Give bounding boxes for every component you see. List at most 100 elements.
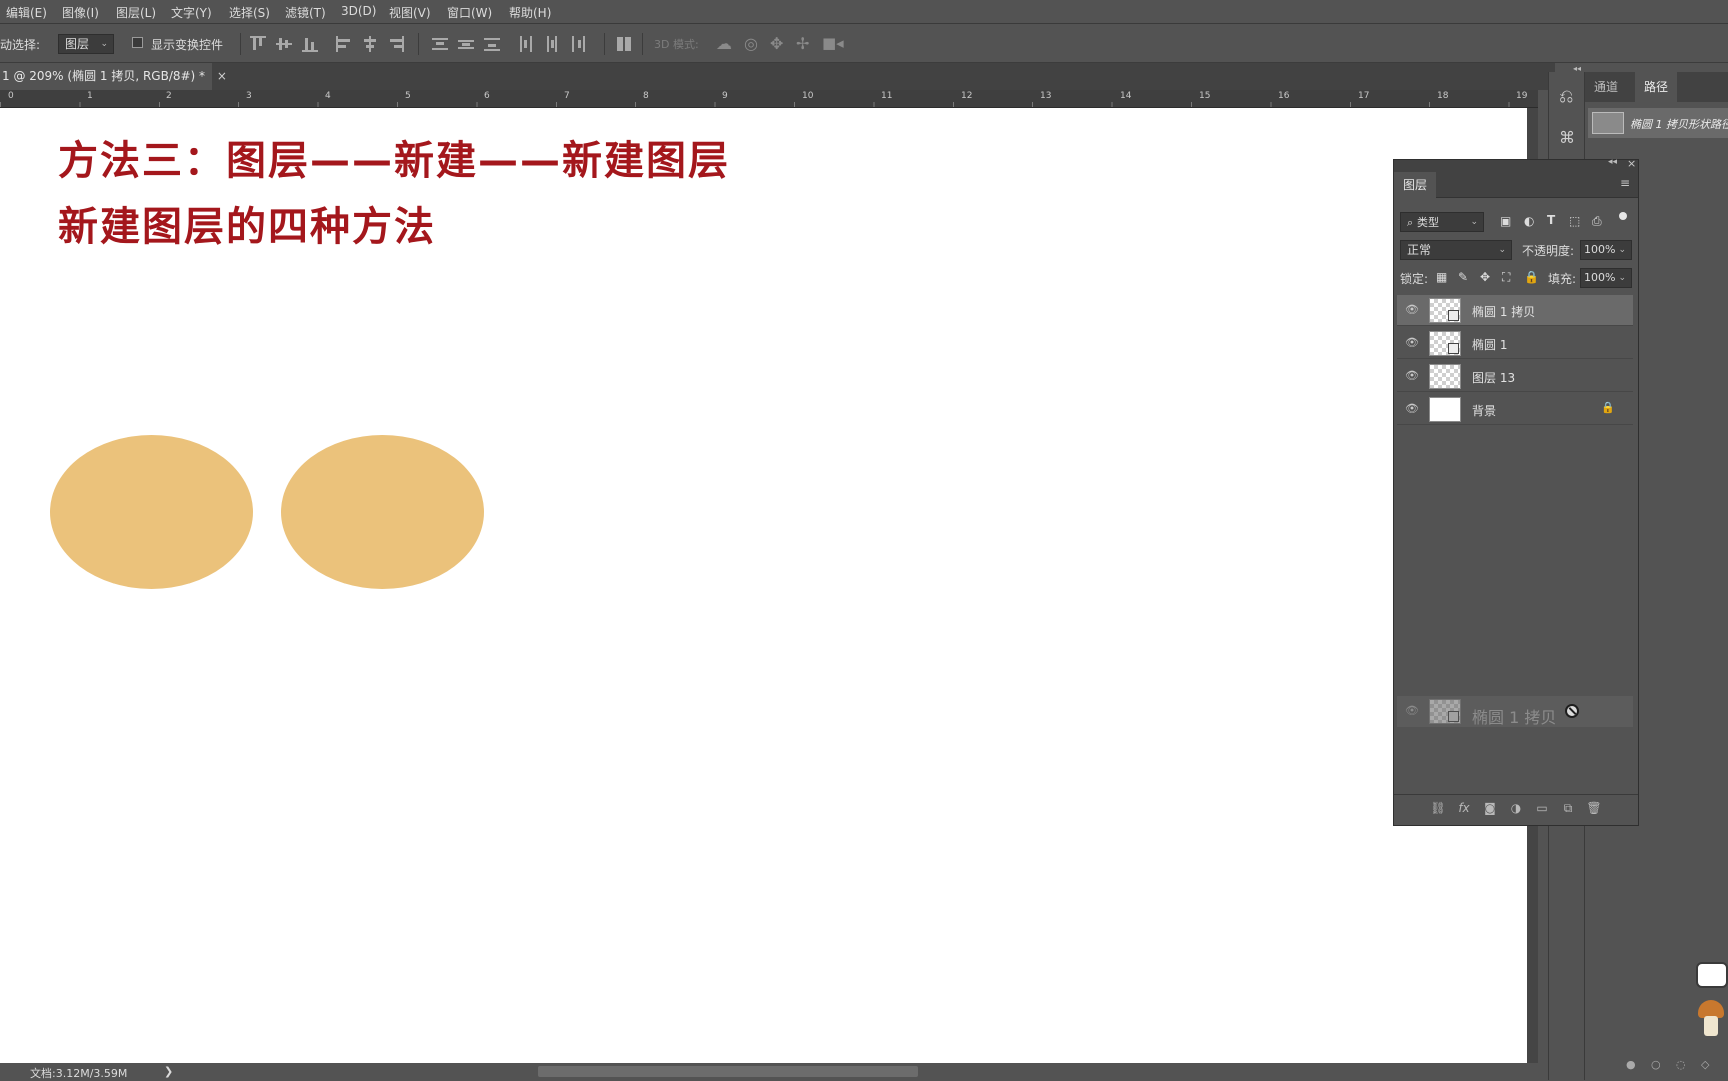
ruler-number: 11: [881, 91, 893, 101]
lock-artboard-icon[interactable]: ⛶: [1502, 270, 1510, 285]
layer-row[interactable]: 👁 图层 13: [1397, 361, 1633, 392]
add-mask-icon[interactable]: ◙: [1482, 801, 1498, 815]
lock-image-icon[interactable]: ✎: [1458, 270, 1468, 284]
layer-row[interactable]: 👁 背景 🔒: [1397, 394, 1633, 425]
distribute-hcenter-icon[interactable]: [544, 36, 560, 52]
collapse-icon[interactable]: ◂◂: [1573, 64, 1581, 73]
search-icon: ⌕: [1407, 216, 1414, 229]
link-layers-icon[interactable]: ⛓: [1430, 801, 1446, 815]
menu-select[interactable]: 选择(S): [229, 4, 270, 21]
ruler-number: 2: [166, 91, 172, 101]
path-item[interactable]: 椭圆 1 拷贝形状路径: [1588, 108, 1728, 138]
collapse-icon[interactable]: ◂◂: [1608, 157, 1617, 167]
filter-shape-icon[interactable]: ⬚: [1569, 214, 1580, 228]
3d-drag-icon[interactable]: ✥: [770, 34, 783, 53]
layer-row[interactable]: 👁 椭圆 1: [1397, 328, 1633, 359]
divider: [418, 33, 419, 55]
fill-path-icon[interactable]: ●: [1626, 1058, 1636, 1071]
eye-icon[interactable]: 👁: [1405, 304, 1419, 316]
make-work-path-icon[interactable]: ◇: [1701, 1058, 1709, 1071]
3d-roll-icon[interactable]: ◎: [744, 34, 758, 53]
ruler-number: 3: [246, 91, 252, 101]
horizontal-scrollbar-thumb[interactable]: [538, 1066, 918, 1077]
align-vcenter-icon[interactable]: [276, 36, 292, 52]
adjustment-layer-icon[interactable]: ◑: [1508, 801, 1524, 815]
eye-icon[interactable]: 👁: [1405, 403, 1419, 415]
opacity-input[interactable]: 100% ⌄: [1580, 240, 1632, 260]
dragged-layer-ghost: 👁 椭圆 1 拷贝: [1397, 696, 1633, 727]
align-top-icon[interactable]: [250, 36, 266, 52]
fx-icon[interactable]: fx: [1456, 801, 1472, 815]
lock-all-icon[interactable]: 🔒: [1524, 270, 1539, 284]
divider: [604, 33, 605, 55]
distribute-left-icon[interactable]: [518, 36, 534, 52]
distribute-bottom-icon[interactable]: [484, 36, 500, 52]
tab-channels[interactable]: 通道: [1585, 72, 1627, 102]
blend-mode-dropdown[interactable]: 正常 ⌄: [1400, 240, 1512, 260]
filter-adjustment-icon[interactable]: ◐: [1524, 214, 1534, 228]
align-bottom-icon[interactable]: [302, 36, 318, 52]
filter-type-icon[interactable]: T: [1547, 213, 1555, 227]
menu-3d[interactable]: 3D(D): [341, 4, 376, 18]
layer-name: 背景: [1472, 404, 1497, 418]
fill-input[interactable]: 100% ⌄: [1580, 268, 1632, 288]
status-menu-arrow[interactable]: ❯: [164, 1065, 173, 1078]
chevron-down-icon: ⌄: [1618, 245, 1626, 255]
layer-row[interactable]: 👁 椭圆 1 拷贝: [1397, 295, 1633, 326]
document-tab[interactable]: 1 @ 209% (椭圆 1 拷贝, RGB/8#) * ×: [0, 63, 227, 90]
align-left-icon[interactable]: [336, 36, 352, 52]
trash-icon[interactable]: 🗑: [1586, 801, 1602, 815]
3d-slide-icon[interactable]: ✢: [796, 34, 809, 53]
3d-scale-icon[interactable]: ■◂: [822, 34, 844, 52]
close-icon[interactable]: ×: [1627, 157, 1636, 170]
3d-rotate-icon[interactable]: ☁: [716, 34, 732, 53]
eye-icon[interactable]: 👁: [1405, 337, 1419, 349]
options-bar: 动选择: 图层 ⌄ 显示变换控件 3D 模式: ☁ ◎ ✥ ✢ ■◂: [0, 25, 1728, 63]
ellipse-1-copy-shape[interactable]: [281, 435, 484, 589]
tab-layers[interactable]: 图层: [1394, 172, 1436, 198]
filter-smartobject-icon[interactable]: ⎙: [1592, 214, 1602, 229]
document-canvas[interactable]: 方法三：图层——新建——新建图层 新建图层的四种方法: [0, 108, 1527, 1063]
menu-window[interactable]: 窗口(W): [447, 4, 492, 21]
filter-toggle-icon[interactable]: [1619, 212, 1627, 220]
fill-value: 100%: [1584, 271, 1616, 284]
menu-view[interactable]: 视图(V): [389, 4, 431, 21]
ruler-number: 9: [722, 91, 728, 101]
ellipse-1-shape[interactable]: [50, 435, 253, 589]
lock-transparent-icon[interactable]: ▦: [1436, 270, 1447, 284]
menu-image[interactable]: 图像(I): [62, 4, 99, 21]
menu-type[interactable]: 文字(Y): [171, 4, 212, 21]
align-hcenter-icon[interactable]: [362, 36, 378, 52]
layer-filter-dropdown[interactable]: ⌕ 类型 ⌄: [1400, 212, 1484, 232]
distribute-vcenter-icon[interactable]: [458, 36, 474, 52]
history-icon[interactable]: ⎌: [1559, 86, 1573, 107]
align-right-icon[interactable]: [388, 36, 404, 52]
distribute-top-icon[interactable]: [432, 36, 448, 52]
menu-edit[interactable]: 编辑(E): [6, 4, 47, 21]
ruler-number: 8: [643, 91, 649, 101]
close-icon[interactable]: ×: [217, 69, 227, 83]
auto-select-label: 动选择:: [0, 38, 41, 52]
load-selection-icon[interactable]: ◌: [1676, 1058, 1686, 1071]
panel-menu-icon[interactable]: ≡: [1620, 176, 1630, 190]
menu-filter[interactable]: 滤镜(T): [285, 4, 326, 21]
new-layer-icon[interactable]: ⧉: [1560, 801, 1576, 815]
new-group-icon[interactable]: ▭: [1534, 801, 1550, 815]
properties-icon[interactable]: ⌘: [1559, 128, 1575, 147]
layers-panel-titlebar[interactable]: ◂◂ ×: [1394, 157, 1638, 172]
filter-pixel-icon[interactable]: ▣: [1500, 214, 1511, 228]
ruler-number: 18: [1437, 91, 1449, 101]
menu-help[interactable]: 帮助(H): [509, 4, 551, 21]
menu-layer[interactable]: 图层(L): [116, 4, 156, 21]
stroke-path-icon[interactable]: ○: [1651, 1058, 1661, 1071]
auto-align-icon[interactable]: [616, 36, 632, 52]
auto-select-dropdown[interactable]: 图层 ⌄: [58, 34, 114, 54]
lock-position-icon[interactable]: ✥: [1480, 270, 1490, 284]
tab-paths[interactable]: 路径: [1635, 72, 1678, 102]
eye-icon[interactable]: 👁: [1405, 370, 1419, 382]
layer-name: 椭圆 1: [1472, 338, 1508, 352]
ruler-number: 0: [8, 91, 14, 101]
canvas-heading-line1: 方法三：图层——新建——新建图层: [58, 138, 730, 184]
distribute-right-icon[interactable]: [570, 36, 586, 52]
show-transform-checkbox[interactable]: [132, 37, 143, 48]
